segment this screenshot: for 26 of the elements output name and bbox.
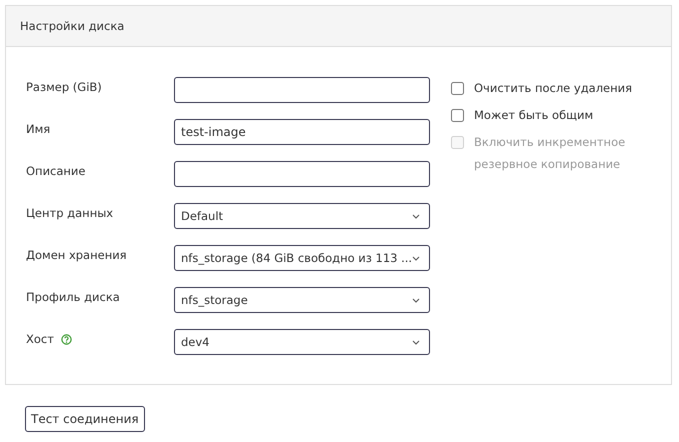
checkbox[interactable] [451, 82, 464, 95]
input-field[interactable] [174, 161, 430, 187]
checkbox-label: Включить инкрементное резервное копирование [474, 134, 626, 173]
help-icon[interactable] [60, 334, 72, 344]
field-label: Описание [26, 164, 86, 178]
dropdown[interactable]: dev4 [174, 329, 430, 355]
dropdown[interactable]: nfs_storage (84 GiB свободно из 113 ... [174, 245, 430, 271]
caret-icon [412, 340, 420, 344]
field-label: Хост [26, 332, 54, 346]
checkbox-label: Может быть общим [474, 107, 594, 124]
field-label: Профиль диска [26, 290, 120, 304]
field-label: Имя [26, 122, 50, 136]
caret-icon [412, 214, 420, 218]
input-field[interactable] [174, 77, 430, 103]
checkbox-label: Очистить после удаления [474, 80, 632, 97]
checkbox[interactable] [451, 109, 464, 122]
caret-icon [412, 298, 420, 302]
test-connection-button[interactable]: Тест соединения [25, 406, 145, 432]
field-label: Домен хранения [26, 248, 127, 262]
dropdown[interactable]: Default [174, 203, 430, 229]
dropdown[interactable]: nfs_storage [174, 287, 430, 313]
field-label: Центр данных [26, 206, 114, 220]
field-label: Размер (GiB) [26, 80, 102, 94]
input-field[interactable]: test-image [174, 119, 430, 145]
panel-title: Настройки диска [20, 19, 124, 33]
caret-icon [412, 256, 420, 260]
